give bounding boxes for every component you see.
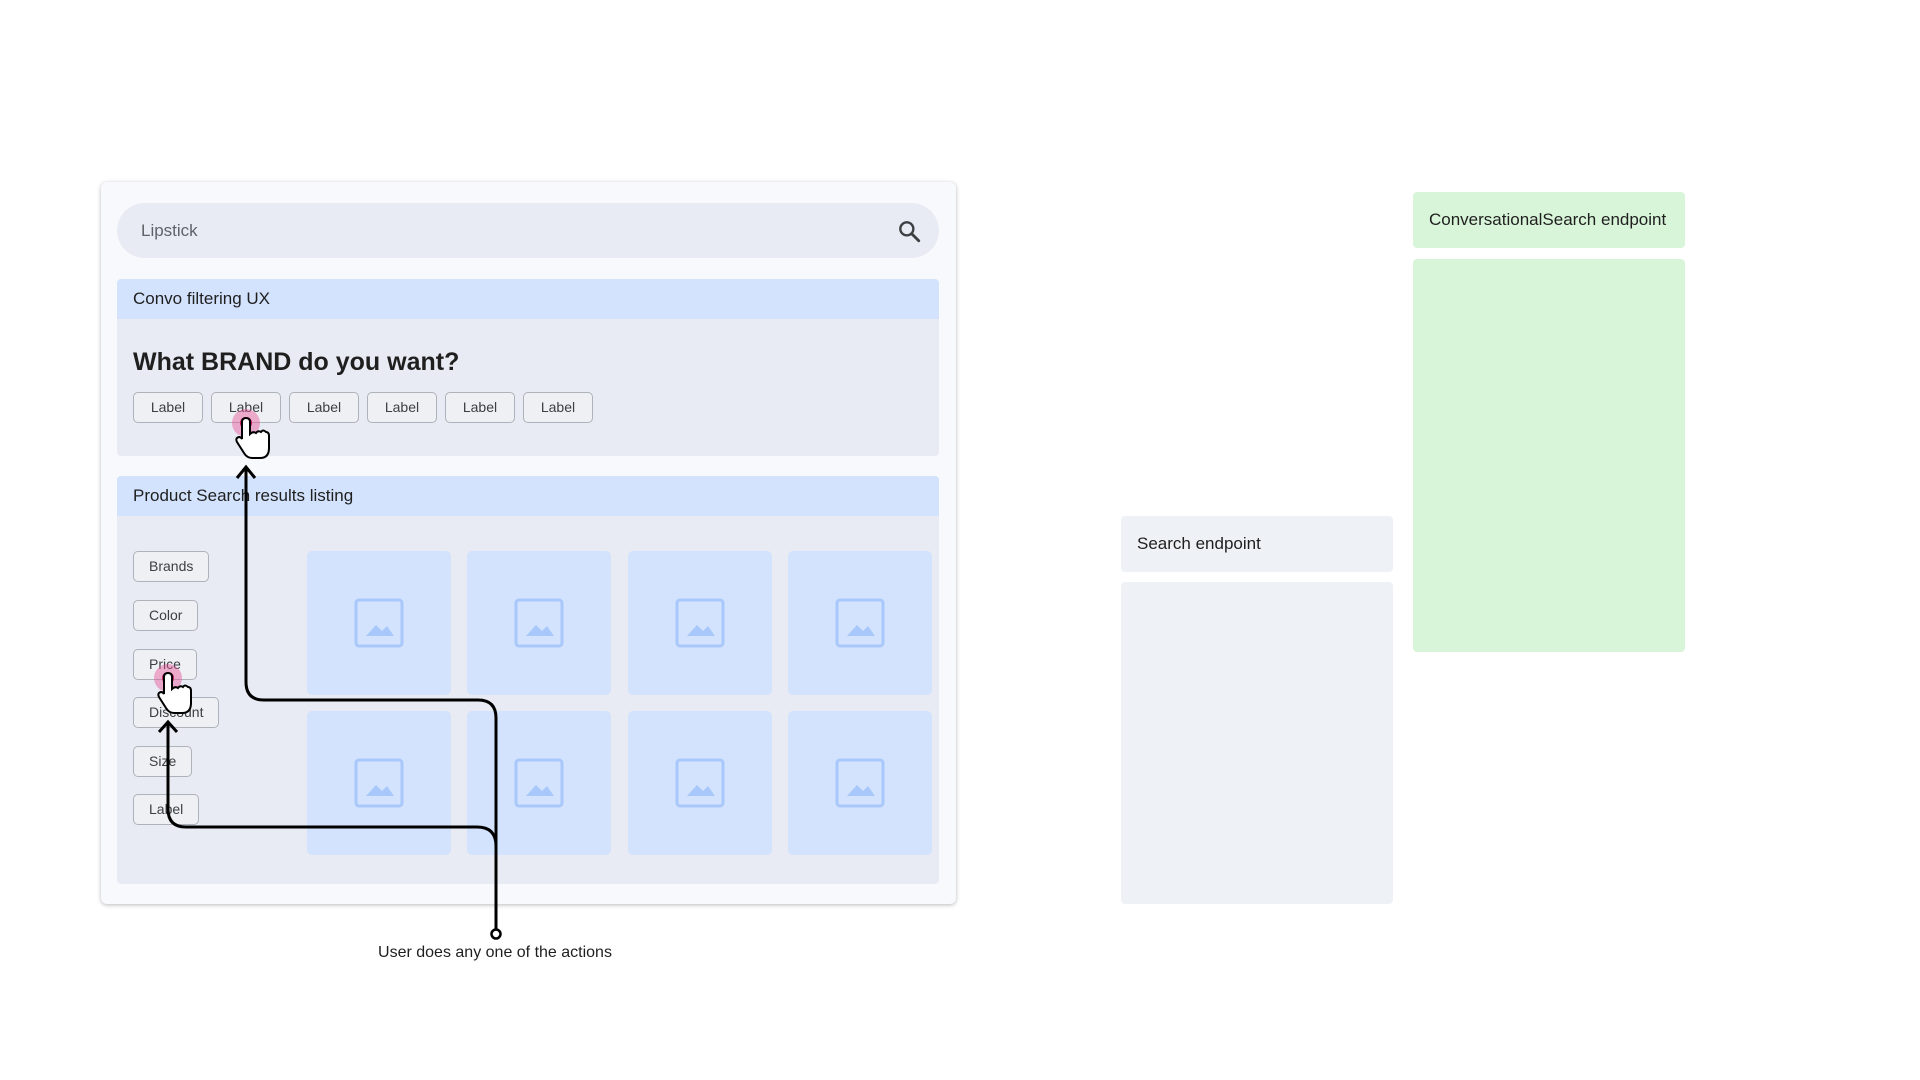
product-tile[interactable] [628,551,772,695]
filter-chip-label[interactable]: Label [133,794,200,825]
brand-chip[interactable]: Label [289,392,359,423]
image-placeholder-icon [514,598,564,648]
image-placeholder-icon [354,758,404,808]
filter-chip-color[interactable]: Color [133,600,199,631]
product-tile[interactable] [788,551,932,695]
search-input[interactable]: Lipstick [141,203,198,258]
conversational-endpoint-header: ConversationalSearch endpoint [1413,192,1685,248]
image-placeholder-icon [835,758,885,808]
results-panel-header: Product Search results listing [117,476,939,516]
actions-caption: User does any one of the actions [378,944,612,961]
image-placeholder-icon [354,598,404,648]
product-tile[interactable] [788,711,932,855]
product-tile[interactable] [628,711,772,855]
image-placeholder-icon [675,758,725,808]
image-placeholder-icon [835,598,885,648]
brand-question: What BRAND do you want? [133,348,460,376]
search-endpoint-body [1121,582,1393,904]
search-icon[interactable] [896,218,922,244]
filter-chip-price[interactable]: Price [133,649,197,680]
brand-chip[interactable]: Label [445,392,515,423]
search-endpoint-header: Search endpoint [1121,516,1393,572]
product-tile[interactable] [467,711,611,855]
image-placeholder-icon [675,598,725,648]
product-tile[interactable] [307,711,451,855]
product-tile[interactable] [467,551,611,695]
filter-chip-discount[interactable]: Discount [133,697,220,728]
search-bar[interactable] [117,203,939,258]
product-tile[interactable] [307,551,451,695]
brand-chip[interactable]: Label [367,392,437,423]
filter-chip-brands[interactable]: Brands [133,551,210,582]
filter-chip-size[interactable]: Size [133,746,193,777]
brand-chip[interactable]: Label [133,392,203,423]
convo-panel-header: Convo filtering UX [117,279,939,319]
brand-chip[interactable]: Label [523,392,593,423]
image-placeholder-icon [514,758,564,808]
brand-chip[interactable]: Label [211,392,281,423]
conversational-endpoint-body [1413,259,1685,652]
connector-origin-dot [490,928,502,940]
